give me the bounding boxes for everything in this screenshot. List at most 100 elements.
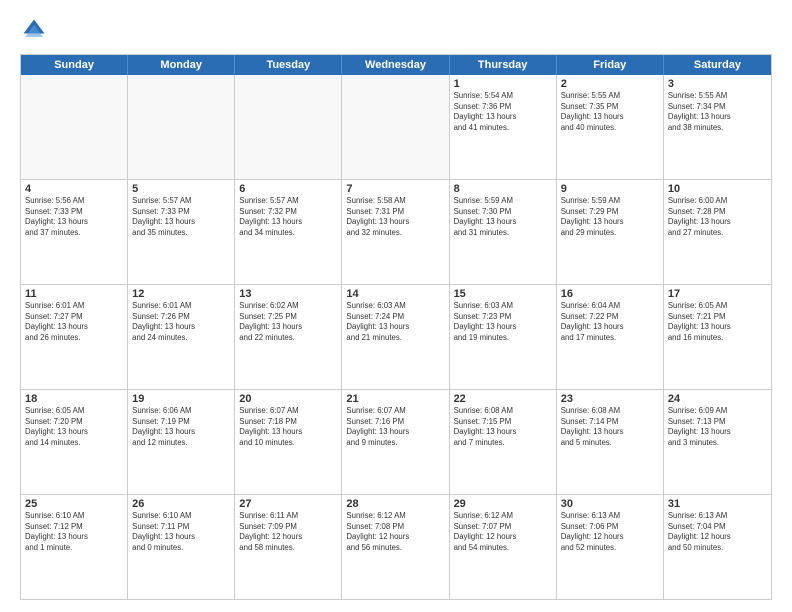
logo: [20, 16, 52, 44]
calendar-row-2: 11Sunrise: 6:01 AM Sunset: 7:27 PM Dayli…: [21, 284, 771, 389]
day-number: 21: [346, 393, 444, 405]
header-day-sunday: Sunday: [21, 55, 128, 75]
page: SundayMondayTuesdayWednesdayThursdayFrid…: [0, 0, 792, 612]
calendar-cell-empty-0: [21, 75, 128, 179]
cell-info: Sunrise: 5:59 AM Sunset: 7:30 PM Dayligh…: [454, 196, 552, 238]
header-day-wednesday: Wednesday: [342, 55, 449, 75]
calendar-cell-23: 23Sunrise: 6:08 AM Sunset: 7:14 PM Dayli…: [557, 390, 664, 494]
cell-info: Sunrise: 6:13 AM Sunset: 7:06 PM Dayligh…: [561, 511, 659, 553]
day-number: 16: [561, 288, 659, 300]
cell-info: Sunrise: 6:13 AM Sunset: 7:04 PM Dayligh…: [668, 511, 767, 553]
header-day-thursday: Thursday: [450, 55, 557, 75]
cell-info: Sunrise: 6:03 AM Sunset: 7:23 PM Dayligh…: [454, 301, 552, 343]
day-number: 22: [454, 393, 552, 405]
calendar-cell-25: 25Sunrise: 6:10 AM Sunset: 7:12 PM Dayli…: [21, 495, 128, 599]
header-day-friday: Friday: [557, 55, 664, 75]
calendar-cell-empty-3: [342, 75, 449, 179]
calendar-cell-16: 16Sunrise: 6:04 AM Sunset: 7:22 PM Dayli…: [557, 285, 664, 389]
calendar-row-0: 1Sunrise: 5:54 AM Sunset: 7:36 PM Daylig…: [21, 75, 771, 179]
cell-info: Sunrise: 6:04 AM Sunset: 7:22 PM Dayligh…: [561, 301, 659, 343]
calendar-cell-17: 17Sunrise: 6:05 AM Sunset: 7:21 PM Dayli…: [664, 285, 771, 389]
calendar-cell-6: 6Sunrise: 5:57 AM Sunset: 7:32 PM Daylig…: [235, 180, 342, 284]
header-day-monday: Monday: [128, 55, 235, 75]
calendar-cell-30: 30Sunrise: 6:13 AM Sunset: 7:06 PM Dayli…: [557, 495, 664, 599]
day-number: 8: [454, 183, 552, 195]
calendar-cell-10: 10Sunrise: 6:00 AM Sunset: 7:28 PM Dayli…: [664, 180, 771, 284]
cell-info: Sunrise: 5:55 AM Sunset: 7:35 PM Dayligh…: [561, 91, 659, 133]
calendar-cell-29: 29Sunrise: 6:12 AM Sunset: 7:07 PM Dayli…: [450, 495, 557, 599]
day-number: 26: [132, 498, 230, 510]
cell-info: Sunrise: 5:57 AM Sunset: 7:33 PM Dayligh…: [132, 196, 230, 238]
calendar-cell-28: 28Sunrise: 6:12 AM Sunset: 7:08 PM Dayli…: [342, 495, 449, 599]
day-number: 6: [239, 183, 337, 195]
cell-info: Sunrise: 5:54 AM Sunset: 7:36 PM Dayligh…: [454, 91, 552, 133]
day-number: 11: [25, 288, 123, 300]
cell-info: Sunrise: 6:07 AM Sunset: 7:16 PM Dayligh…: [346, 406, 444, 448]
cell-info: Sunrise: 6:00 AM Sunset: 7:28 PM Dayligh…: [668, 196, 767, 238]
calendar: SundayMondayTuesdayWednesdayThursdayFrid…: [20, 54, 772, 600]
calendar-row-1: 4Sunrise: 5:56 AM Sunset: 7:33 PM Daylig…: [21, 179, 771, 284]
cell-info: Sunrise: 6:10 AM Sunset: 7:11 PM Dayligh…: [132, 511, 230, 553]
calendar-cell-empty-2: [235, 75, 342, 179]
day-number: 19: [132, 393, 230, 405]
calendar-cell-5: 5Sunrise: 5:57 AM Sunset: 7:33 PM Daylig…: [128, 180, 235, 284]
day-number: 29: [454, 498, 552, 510]
calendar-cell-27: 27Sunrise: 6:11 AM Sunset: 7:09 PM Dayli…: [235, 495, 342, 599]
day-number: 14: [346, 288, 444, 300]
calendar-cell-13: 13Sunrise: 6:02 AM Sunset: 7:25 PM Dayli…: [235, 285, 342, 389]
day-number: 3: [668, 78, 767, 90]
day-number: 4: [25, 183, 123, 195]
day-number: 17: [668, 288, 767, 300]
calendar-cell-4: 4Sunrise: 5:56 AM Sunset: 7:33 PM Daylig…: [21, 180, 128, 284]
day-number: 23: [561, 393, 659, 405]
calendar-header: SundayMondayTuesdayWednesdayThursdayFrid…: [21, 55, 771, 75]
calendar-cell-31: 31Sunrise: 6:13 AM Sunset: 7:04 PM Dayli…: [664, 495, 771, 599]
calendar-body: 1Sunrise: 5:54 AM Sunset: 7:36 PM Daylig…: [21, 75, 771, 599]
cell-info: Sunrise: 6:08 AM Sunset: 7:14 PM Dayligh…: [561, 406, 659, 448]
cell-info: Sunrise: 6:01 AM Sunset: 7:27 PM Dayligh…: [25, 301, 123, 343]
day-number: 18: [25, 393, 123, 405]
day-number: 7: [346, 183, 444, 195]
cell-info: Sunrise: 5:59 AM Sunset: 7:29 PM Dayligh…: [561, 196, 659, 238]
cell-info: Sunrise: 6:10 AM Sunset: 7:12 PM Dayligh…: [25, 511, 123, 553]
cell-info: Sunrise: 6:09 AM Sunset: 7:13 PM Dayligh…: [668, 406, 767, 448]
calendar-cell-8: 8Sunrise: 5:59 AM Sunset: 7:30 PM Daylig…: [450, 180, 557, 284]
calendar-cell-15: 15Sunrise: 6:03 AM Sunset: 7:23 PM Dayli…: [450, 285, 557, 389]
cell-info: Sunrise: 6:03 AM Sunset: 7:24 PM Dayligh…: [346, 301, 444, 343]
day-number: 20: [239, 393, 337, 405]
cell-info: Sunrise: 5:56 AM Sunset: 7:33 PM Dayligh…: [25, 196, 123, 238]
day-number: 2: [561, 78, 659, 90]
day-number: 28: [346, 498, 444, 510]
calendar-cell-19: 19Sunrise: 6:06 AM Sunset: 7:19 PM Dayli…: [128, 390, 235, 494]
cell-info: Sunrise: 5:57 AM Sunset: 7:32 PM Dayligh…: [239, 196, 337, 238]
calendar-row-4: 25Sunrise: 6:10 AM Sunset: 7:12 PM Dayli…: [21, 494, 771, 599]
calendar-cell-3: 3Sunrise: 5:55 AM Sunset: 7:34 PM Daylig…: [664, 75, 771, 179]
calendar-cell-11: 11Sunrise: 6:01 AM Sunset: 7:27 PM Dayli…: [21, 285, 128, 389]
header: [20, 16, 772, 44]
calendar-cell-2: 2Sunrise: 5:55 AM Sunset: 7:35 PM Daylig…: [557, 75, 664, 179]
cell-info: Sunrise: 6:05 AM Sunset: 7:21 PM Dayligh…: [668, 301, 767, 343]
calendar-cell-7: 7Sunrise: 5:58 AM Sunset: 7:31 PM Daylig…: [342, 180, 449, 284]
cell-info: Sunrise: 6:06 AM Sunset: 7:19 PM Dayligh…: [132, 406, 230, 448]
day-number: 31: [668, 498, 767, 510]
cell-info: Sunrise: 6:01 AM Sunset: 7:26 PM Dayligh…: [132, 301, 230, 343]
day-number: 5: [132, 183, 230, 195]
cell-info: Sunrise: 6:08 AM Sunset: 7:15 PM Dayligh…: [454, 406, 552, 448]
day-number: 27: [239, 498, 337, 510]
header-day-saturday: Saturday: [664, 55, 771, 75]
day-number: 10: [668, 183, 767, 195]
calendar-cell-1: 1Sunrise: 5:54 AM Sunset: 7:36 PM Daylig…: [450, 75, 557, 179]
calendar-cell-21: 21Sunrise: 6:07 AM Sunset: 7:16 PM Dayli…: [342, 390, 449, 494]
day-number: 13: [239, 288, 337, 300]
day-number: 24: [668, 393, 767, 405]
cell-info: Sunrise: 6:05 AM Sunset: 7:20 PM Dayligh…: [25, 406, 123, 448]
cell-info: Sunrise: 6:12 AM Sunset: 7:07 PM Dayligh…: [454, 511, 552, 553]
cell-info: Sunrise: 6:02 AM Sunset: 7:25 PM Dayligh…: [239, 301, 337, 343]
calendar-cell-20: 20Sunrise: 6:07 AM Sunset: 7:18 PM Dayli…: [235, 390, 342, 494]
calendar-cell-22: 22Sunrise: 6:08 AM Sunset: 7:15 PM Dayli…: [450, 390, 557, 494]
calendar-cell-14: 14Sunrise: 6:03 AM Sunset: 7:24 PM Dayli…: [342, 285, 449, 389]
calendar-cell-26: 26Sunrise: 6:10 AM Sunset: 7:11 PM Dayli…: [128, 495, 235, 599]
cell-info: Sunrise: 6:07 AM Sunset: 7:18 PM Dayligh…: [239, 406, 337, 448]
calendar-row-3: 18Sunrise: 6:05 AM Sunset: 7:20 PM Dayli…: [21, 389, 771, 494]
day-number: 25: [25, 498, 123, 510]
